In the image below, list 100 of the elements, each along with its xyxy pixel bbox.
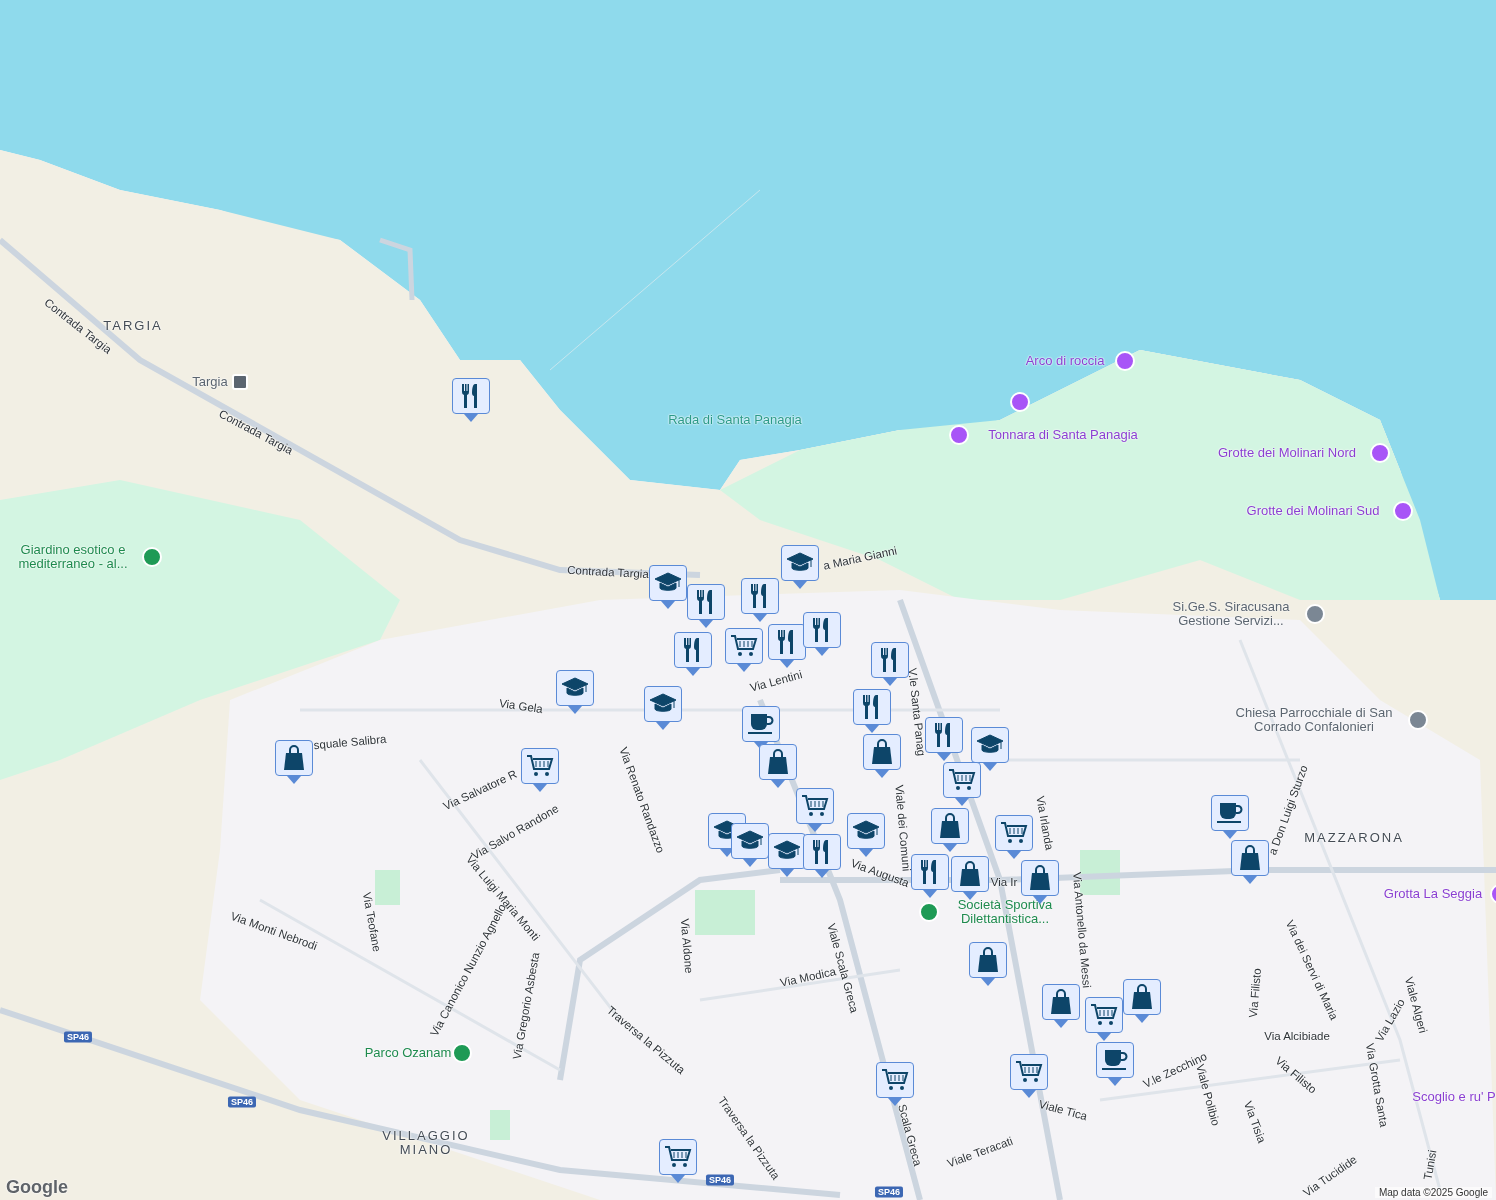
place-label: Società Sportiva Dilettantistica... [956, 898, 1054, 926]
shopping-bag-icon [939, 813, 961, 839]
place-label: Parco Ozanam [364, 1046, 452, 1060]
shopping-bag-icon [1131, 984, 1153, 1010]
map-marker[interactable] [863, 734, 901, 778]
map-marker[interactable] [871, 642, 909, 686]
map-marker[interactable] [275, 740, 313, 784]
map-attribution: Map data ©2025 Google [1374, 1187, 1492, 1198]
map-marker[interactable] [644, 686, 682, 730]
shopping-bag-icon [1239, 845, 1261, 871]
street-label: Via Gela [498, 696, 544, 716]
shopping-bag-icon [959, 861, 981, 887]
graduation-cap-icon [976, 734, 1004, 756]
map-marker[interactable] [731, 823, 769, 867]
street-label: Scala Greca [895, 1102, 925, 1168]
street-label: Via Ir [990, 875, 1018, 889]
map-marker[interactable] [556, 670, 594, 714]
shopping-cart-icon [664, 1145, 692, 1169]
shopping-bag-icon [871, 739, 893, 765]
shopping-cart-icon [1000, 821, 1028, 845]
area-label: VILLAGGIO MIANO [381, 1129, 471, 1157]
coffee-cup-icon [1216, 801, 1244, 825]
shopping-cart-icon [801, 794, 829, 818]
map-marker[interactable] [796, 788, 834, 832]
street-label: Tunisi [1420, 1148, 1440, 1182]
place-label: Si.Ge.S. Siracusana Gestione Servizi... [1171, 600, 1291, 628]
graduation-cap-icon [654, 572, 682, 594]
map-marker[interactable] [1123, 979, 1161, 1023]
place-label: Grotte dei Molinari Nord [1218, 446, 1356, 460]
shopping-cart-icon [881, 1068, 909, 1092]
map-marker[interactable] [741, 578, 779, 622]
place-label: Grotta La Seggia [1383, 887, 1483, 901]
street-label: Via Modica [778, 965, 837, 990]
place-label: Arco di roccia [1025, 354, 1105, 368]
map-marker[interactable] [674, 632, 712, 676]
map-marker[interactable] [1231, 840, 1269, 884]
map-marker[interactable] [1010, 1054, 1048, 1098]
shopping-bag-icon [283, 745, 305, 771]
map-marker[interactable] [853, 689, 891, 733]
street-label: Viale Tica [1037, 1096, 1089, 1124]
shopping-cart-icon [948, 768, 976, 792]
road-number: SP46 [875, 1186, 903, 1198]
map-marker[interactable] [659, 1139, 697, 1183]
map-marker[interactable] [931, 808, 969, 852]
street-label: Via Filisto [1245, 967, 1265, 1019]
map-marker[interactable] [876, 1062, 914, 1106]
road-number: SP46 [228, 1096, 256, 1108]
graduation-cap-icon [561, 677, 589, 699]
graduation-cap-icon [852, 820, 880, 842]
map-marker[interactable] [925, 717, 963, 761]
place-label: Giardino esotico e mediterraneo - al... [17, 543, 129, 571]
place-label: Tonnara di Santa Panagia [988, 428, 1138, 442]
street-label: Contrada Targia [566, 562, 650, 582]
map-marker[interactable] [781, 545, 819, 589]
map-marker[interactable] [1042, 984, 1080, 1028]
shopping-bag-icon [767, 749, 789, 775]
street-label: Via Grotta Santa [1362, 1042, 1392, 1128]
shopping-cart-icon [526, 754, 554, 778]
map-marker[interactable] [725, 628, 763, 672]
area-label: MAZZARONA [1304, 831, 1404, 845]
map-marker[interactable] [943, 762, 981, 806]
map-marker[interactable] [521, 748, 559, 792]
map-marker[interactable] [649, 565, 687, 609]
street-label: a Maria Gianni [821, 543, 899, 573]
graduation-cap-icon [773, 840, 801, 862]
graduation-cap-icon [786, 552, 814, 574]
map-marker[interactable] [803, 834, 841, 878]
map-marker[interactable] [768, 624, 806, 668]
street-label: Via Gregorio Asbesta [509, 951, 543, 1061]
map-marker[interactable] [687, 584, 725, 628]
shopping-cart-icon [1015, 1060, 1043, 1084]
graduation-cap-icon [736, 830, 764, 852]
area-label: TARGIA [103, 319, 163, 333]
map-marker[interactable] [452, 378, 490, 422]
map-marker[interactable] [911, 854, 949, 898]
map-marker[interactable] [951, 856, 989, 900]
map-marker[interactable] [759, 744, 797, 788]
shopping-cart-icon [1090, 1003, 1118, 1027]
street-label: Via Tisia [1241, 1099, 1269, 1145]
road-number: SP46 [64, 1031, 92, 1043]
map-marker[interactable] [847, 813, 885, 857]
map-marker[interactable] [1211, 795, 1249, 839]
map-marker[interactable] [768, 833, 806, 877]
street-label: Via Lentini [748, 667, 804, 695]
street-label: Via Antonello da Messi [1069, 871, 1095, 989]
place-label: Targia [192, 375, 228, 389]
map-marker[interactable] [969, 942, 1007, 986]
shopping-bag-icon [1050, 989, 1072, 1015]
place-label: Grotte dei Molinari Sud [1246, 504, 1380, 518]
map-marker[interactable] [995, 815, 1033, 859]
street-label: Via dei Servi di Maria [1282, 917, 1342, 1023]
map-marker[interactable] [803, 612, 841, 656]
street-label: V.le Santa Panag [905, 667, 929, 757]
logo: Google [6, 1177, 68, 1198]
map-marker[interactable] [1085, 997, 1123, 1041]
graduation-cap-icon [649, 693, 677, 715]
shopping-bag-icon [977, 947, 999, 973]
map-marker[interactable] [971, 727, 1009, 771]
map-marker[interactable] [1096, 1042, 1134, 1086]
street-label: Via Alcibiade [1264, 1029, 1330, 1043]
